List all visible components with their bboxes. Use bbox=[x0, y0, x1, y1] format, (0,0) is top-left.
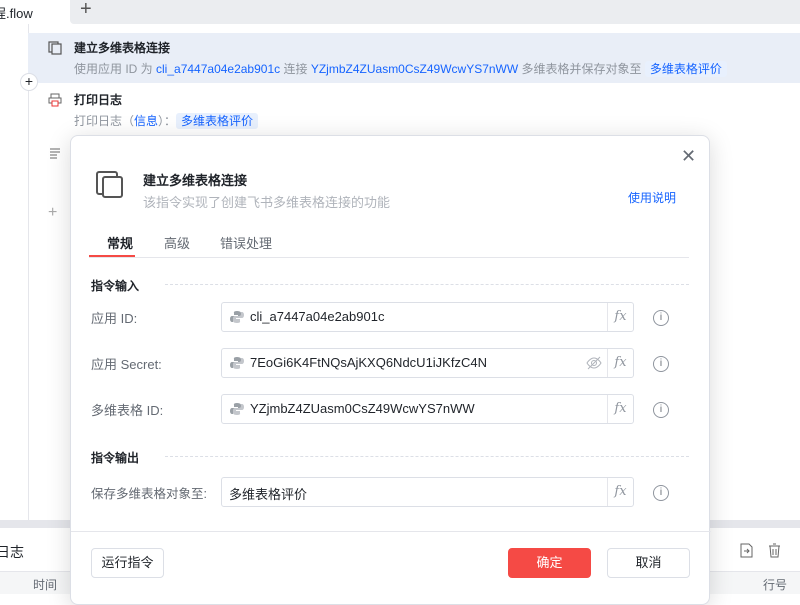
app-secret-input[interactable]: 7EoGi6K4FtNQsAjKXQ6NdcU1iJKfzC4N fx bbox=[221, 348, 634, 378]
step-row-log[interactable]: 打印日志 打印日志（信息）： 多维表格评价 bbox=[28, 85, 800, 135]
step-row-connect[interactable]: 建立多维表格连接 使用应用 ID 为 cli_a7447a04e2ab901c … bbox=[28, 33, 800, 83]
file-tab[interactable]: 程.flow bbox=[0, 0, 70, 24]
tab-error-handling[interactable]: 错误处理 bbox=[220, 233, 272, 252]
copy-icon bbox=[48, 41, 62, 55]
output-section-title: 指令输出 bbox=[91, 451, 140, 465]
python-icon bbox=[230, 403, 244, 415]
info-icon[interactable]: i bbox=[653, 485, 669, 501]
add-step-icon[interactable]: + bbox=[48, 204, 57, 222]
field-label: 多维表格 ID: bbox=[91, 403, 164, 418]
python-icon bbox=[230, 357, 244, 369]
fx-button[interactable]: fx bbox=[607, 303, 633, 331]
field-label: 保存多维表格对象至: bbox=[91, 487, 207, 501]
command-dialog: ✕ 建立多维表格连接 该指令实现了创建飞书多维表格连接的功能 使用说明 常规 高… bbox=[70, 135, 711, 605]
copy-icon bbox=[96, 171, 123, 198]
export-icon[interactable] bbox=[740, 543, 753, 558]
cancel-button[interactable]: 取消 bbox=[607, 548, 690, 578]
step-summary: 使用应用 ID 为 cli_a7447a04e2ab901c 连接 YZjmbZ… bbox=[74, 60, 727, 77]
log-title: 日志 bbox=[0, 544, 24, 560]
info-icon[interactable]: i bbox=[653, 356, 669, 372]
close-icon[interactable]: ✕ bbox=[681, 146, 696, 167]
step-title: 建立多维表格连接 bbox=[74, 41, 171, 55]
col-line: 行号 bbox=[763, 578, 788, 592]
dialog-description: 该指令实现了创建飞书多维表格连接的功能 bbox=[143, 195, 391, 210]
eye-off-icon[interactable] bbox=[586, 356, 602, 370]
footer-divider bbox=[71, 531, 711, 532]
col-time: 时间 bbox=[33, 578, 58, 592]
step-title: 打印日志 bbox=[74, 93, 123, 107]
add-tab-button[interactable]: + bbox=[80, 0, 92, 21]
list-icon bbox=[50, 148, 60, 159]
dialog-tabs: 常规 高级 错误处理 bbox=[89, 231, 689, 258]
fx-button[interactable]: fx bbox=[607, 478, 633, 506]
fx-button[interactable]: fx bbox=[607, 395, 633, 423]
tab-general[interactable]: 常规 bbox=[107, 233, 133, 252]
variable-chip[interactable]: 多维表格评价 bbox=[644, 61, 727, 77]
divider bbox=[165, 456, 689, 457]
python-icon bbox=[230, 311, 244, 323]
field-label: 应用 Secret: bbox=[91, 357, 162, 372]
info-icon[interactable]: i bbox=[653, 310, 669, 326]
step-summary: 打印日志（信息）： 多维表格评价 bbox=[74, 112, 259, 129]
app-id-input[interactable]: cli_a7447a04e2ab901c fx bbox=[221, 302, 634, 332]
printer-icon bbox=[48, 93, 62, 107]
help-link[interactable]: 使用说明 bbox=[628, 189, 676, 206]
input-section-title: 指令输入 bbox=[91, 279, 140, 293]
table-id-input[interactable]: YZjmbZ4ZUasm0CsZ49WcwYS7nWW fx bbox=[221, 394, 634, 424]
dialog-title: 建立多维表格连接 bbox=[143, 173, 248, 188]
fx-button[interactable]: fx bbox=[607, 349, 633, 377]
field-label: 应用 ID: bbox=[91, 311, 138, 326]
file-tab-label: 程.flow bbox=[0, 6, 33, 21]
output-variable-input[interactable]: 多维表格评价 fx bbox=[221, 477, 634, 507]
tab-bar bbox=[70, 0, 800, 24]
divider bbox=[165, 284, 689, 285]
run-command-button[interactable]: 运行指令 bbox=[91, 548, 164, 578]
variable-chip[interactable]: 多维表格评价 bbox=[176, 113, 259, 129]
trash-icon[interactable] bbox=[768, 543, 781, 558]
info-icon[interactable]: i bbox=[653, 402, 669, 418]
confirm-button[interactable]: 确定 bbox=[508, 548, 591, 578]
active-tab-indicator bbox=[89, 255, 135, 257]
tab-advanced[interactable]: 高级 bbox=[164, 233, 190, 252]
